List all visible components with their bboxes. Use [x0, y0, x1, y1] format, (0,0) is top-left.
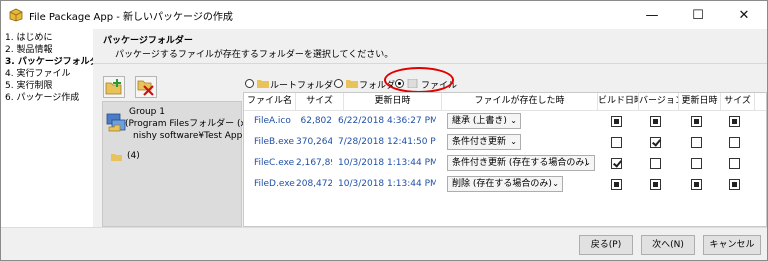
chevron-down-icon: ⌄	[552, 179, 559, 188]
step-create-package[interactable]: 6. パッケージ作成	[5, 92, 79, 104]
cancel-button[interactable]: キャンセル	[703, 235, 761, 255]
size-checkbox[interactable]	[729, 179, 740, 190]
minimize-button[interactable]: —	[629, 1, 675, 29]
folder-icon	[346, 80, 358, 88]
col-size-check[interactable]: サイズ	[721, 93, 755, 110]
version-checkbox[interactable]	[650, 179, 661, 190]
col-version[interactable]: バージョン	[639, 93, 679, 110]
update-date-checkbox[interactable]	[691, 179, 702, 190]
chevron-down-icon: ⌄	[510, 116, 517, 125]
group-file-count: (4)	[127, 151, 140, 161]
wizard-steps: 1. はじめに 2. 製品情報 3. パッケージフォルダー 4. 実行ファイル …	[1, 29, 108, 227]
file-size: 62,802	[300, 116, 333, 126]
step-product-info[interactable]: 2. 製品情報	[5, 44, 52, 56]
update-date-checkbox[interactable]	[691, 137, 702, 148]
file-size: 370,264	[296, 137, 332, 147]
table-row[interactable]: FileD.exe 208,472 10/3/2018 1:13:44 PM 削…	[244, 174, 766, 195]
group-path: nishy software¥Test App	[133, 131, 243, 141]
maximize-button[interactable]: ☐	[675, 1, 721, 29]
step-executable[interactable]: 4. 実行ファイル	[5, 68, 70, 80]
group-icon	[106, 113, 126, 132]
main-content: パッケージフォルダー パッケージするファイルが存在するフォルダーを選択してくださ…	[93, 29, 767, 227]
update-date-checkbox[interactable]	[691, 158, 702, 169]
exists-action-value: 継承 (上書き)	[452, 116, 507, 126]
file-name: FileB.exe	[254, 137, 295, 147]
table-row[interactable]: FileB.exe 370,264 7/28/2018 12:41:50 PM …	[244, 132, 766, 153]
page-description: パッケージするファイルが存在するフォルダーを選択してください。	[115, 50, 394, 60]
divider	[93, 63, 767, 64]
file-table: ファイル名 サイズ 更新日時 ファイルが存在した時 ビルド日時 バージョン 更新…	[243, 92, 767, 227]
group-list[interactable]: Group 1 (Program Filesフォルダー (x86) nishy …	[102, 101, 261, 227]
radio-folder[interactable]	[334, 79, 343, 88]
version-checkbox[interactable]	[650, 116, 661, 127]
close-button[interactable]: ✕	[721, 1, 767, 29]
app-window: File Package App - 新しいパッケージの作成 — ☐ ✕ 1. …	[0, 0, 768, 261]
col-update-date[interactable]: 更新日時	[679, 93, 721, 110]
version-checkbox[interactable]	[650, 137, 661, 148]
group-base-folder: (Program Filesフォルダー (x86)	[125, 119, 261, 129]
add-group-button[interactable]	[103, 76, 125, 98]
file-name: FileA.ico	[254, 116, 291, 126]
radio-root-folder-label: ルートフォルダー	[270, 81, 343, 91]
file-name: FileD.exe	[254, 179, 295, 189]
step-restrictions[interactable]: 5. 実行制限	[5, 80, 52, 92]
col-build-date[interactable]: ビルド日時	[598, 93, 639, 110]
remove-folder-icon	[137, 80, 154, 96]
root-folder-icon	[257, 80, 269, 88]
file-date: 10/3/2018 1:13:44 PM	[338, 158, 436, 168]
exists-action-select[interactable]: 削除 (存在する場合のみ) ⌄	[447, 176, 563, 192]
file-size: 2,167,896	[296, 158, 332, 168]
table-row[interactable]: FileA.ico 62,802 6/22/2018 4:36:27 PM 継承…	[244, 111, 766, 132]
file-date: 10/3/2018 1:13:44 PM	[338, 179, 436, 189]
chevron-down-icon: ⌄	[510, 137, 517, 146]
update-date-checkbox[interactable]	[691, 116, 702, 127]
version-checkbox[interactable]	[650, 158, 661, 169]
file-name: FileC.exe	[254, 158, 295, 168]
radio-root-folder[interactable]	[245, 79, 254, 88]
step-intro[interactable]: 1. はじめに	[5, 32, 52, 44]
page-title: パッケージフォルダー	[103, 36, 193, 46]
annotation-circle	[384, 67, 454, 93]
chevron-down-icon: ⌄	[584, 158, 591, 167]
size-checkbox[interactable]	[729, 158, 740, 169]
table-row[interactable]: FileC.exe 2,167,896 10/3/2018 1:13:44 PM…	[244, 153, 766, 174]
col-filename[interactable]: ファイル名	[244, 93, 296, 110]
col-modified[interactable]: 更新日時	[344, 93, 442, 110]
back-button[interactable]: 戻る(P)	[579, 235, 633, 255]
remove-group-button[interactable]	[135, 76, 157, 98]
build-date-checkbox[interactable]	[611, 116, 622, 127]
size-checkbox[interactable]	[729, 137, 740, 148]
title-bar: File Package App - 新しいパッケージの作成 — ☐ ✕	[1, 1, 767, 29]
build-date-checkbox[interactable]	[611, 179, 622, 190]
exists-action-select[interactable]: 条件付き更新 (存在する場合のみ) ⌄	[447, 155, 595, 171]
add-folder-icon	[105, 79, 122, 95]
app-package-icon	[9, 8, 23, 22]
file-size: 208,472	[296, 179, 332, 189]
next-button[interactable]: 次へ(N)	[641, 235, 695, 255]
exists-action-value: 条件付き更新 (存在する場合のみ)	[452, 158, 588, 168]
col-when-exists[interactable]: ファイルが存在した時	[442, 93, 598, 110]
exists-action-value: 条件付き更新	[452, 137, 507, 147]
exists-action-select[interactable]: 条件付き更新 ⌄	[447, 134, 521, 150]
size-checkbox[interactable]	[729, 116, 740, 127]
table-header: ファイル名 サイズ 更新日時 ファイルが存在した時 ビルド日時 バージョン 更新…	[244, 93, 766, 111]
group-name: Group 1	[129, 107, 165, 117]
exists-action-value: 削除 (存在する場合のみ)	[452, 179, 552, 189]
build-date-checkbox[interactable]	[611, 158, 622, 169]
folder-icon	[111, 154, 122, 161]
window-title: File Package App - 新しいパッケージの作成	[29, 12, 233, 23]
wizard-footer: 戻る(P) 次へ(N) キャンセル	[1, 227, 767, 260]
file-date: 6/22/2018 4:36:27 PM	[338, 116, 436, 126]
file-date: 7/28/2018 12:41:50 PM	[338, 137, 436, 147]
col-size[interactable]: サイズ	[296, 93, 344, 110]
build-date-checkbox[interactable]	[611, 137, 622, 148]
exists-action-select[interactable]: 継承 (上書き) ⌄	[447, 113, 521, 129]
